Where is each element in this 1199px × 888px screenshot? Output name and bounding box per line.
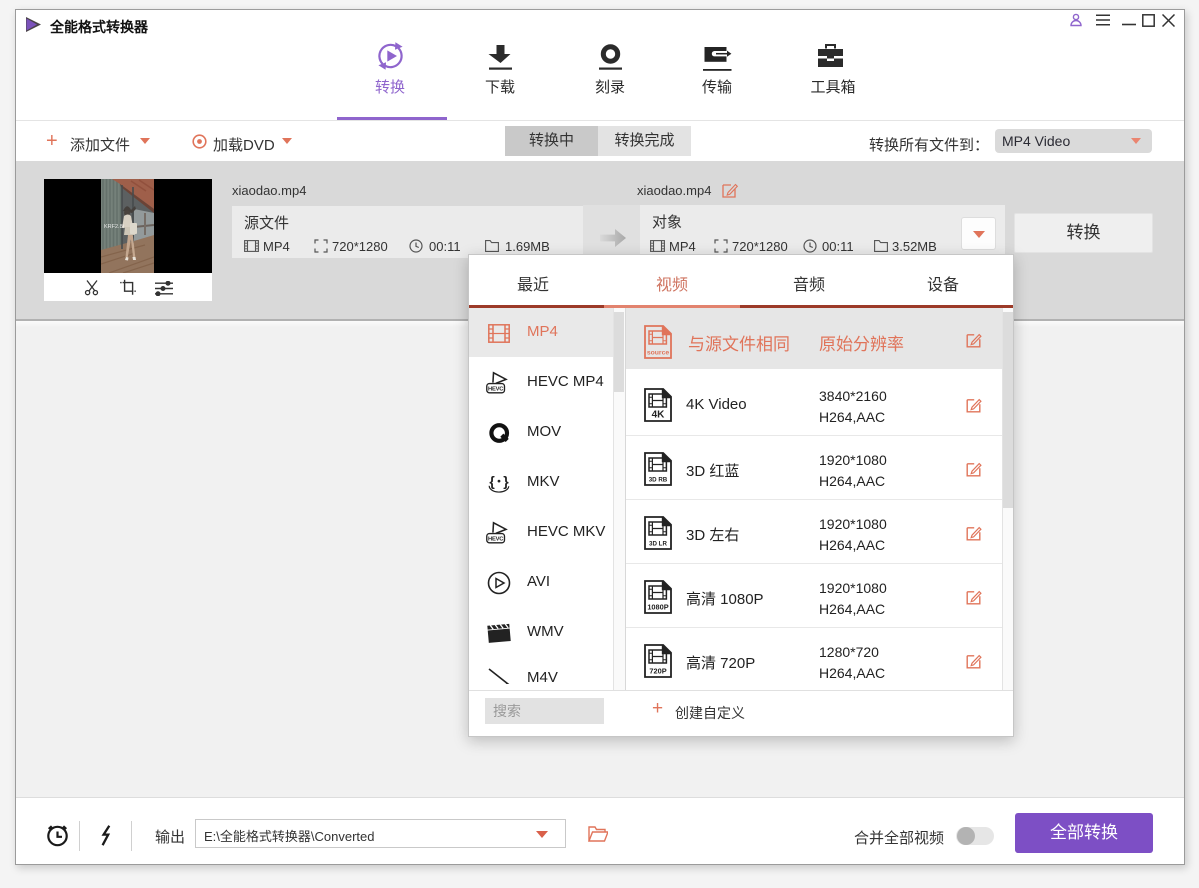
svg-text:{: {: [489, 473, 495, 489]
svg-text:4K: 4K: [652, 410, 666, 421]
svg-text:HEVC: HEVC: [488, 387, 503, 393]
svg-text:1080P: 1080P: [647, 603, 668, 612]
svg-text:3D RB: 3D RB: [649, 477, 668, 484]
svg-text:HEVC: HEVC: [488, 537, 503, 543]
svg-text:KRF2.8i: KRF2.8i: [104, 224, 124, 230]
svg-text:3D LR: 3D LR: [649, 541, 667, 548]
svg-text:source: source: [647, 350, 670, 357]
svg-text:720P: 720P: [649, 667, 666, 676]
